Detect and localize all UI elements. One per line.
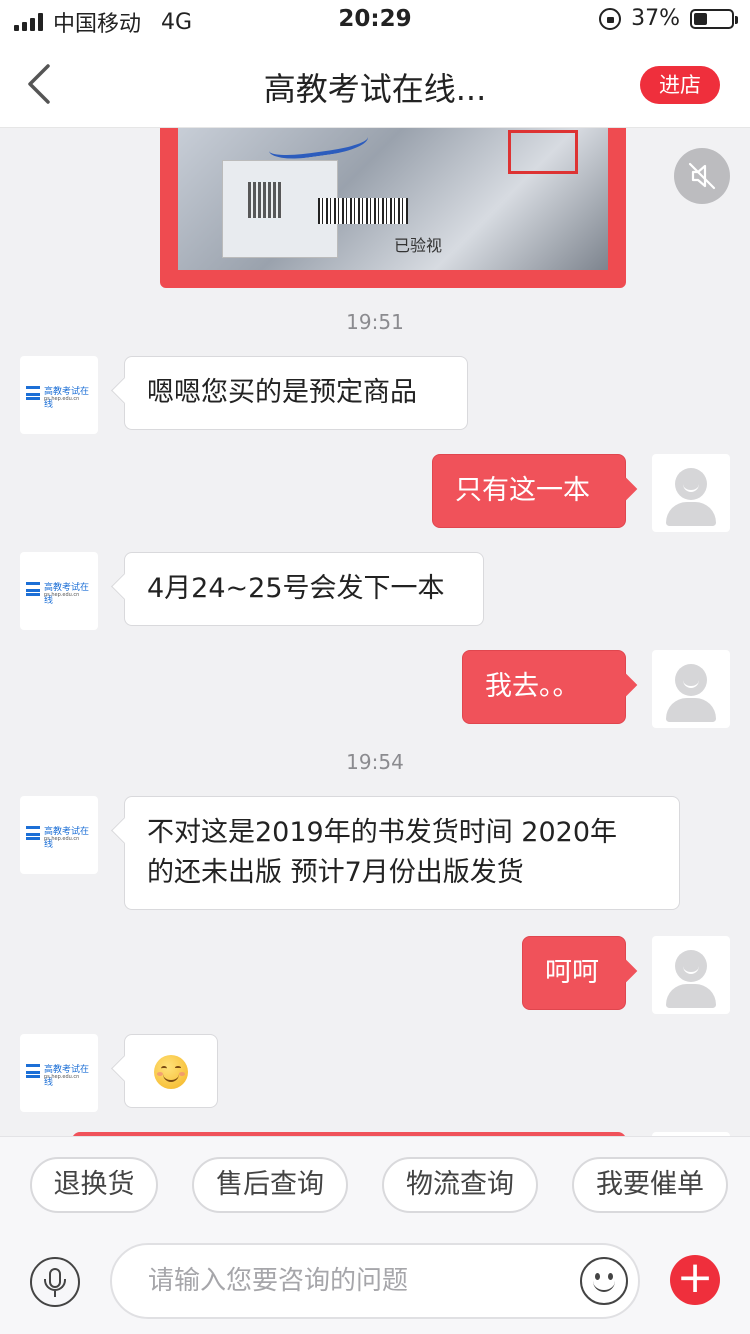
message-line: 的还未出版 预计7月份出版发货 — [147, 857, 524, 888]
mute-button[interactable] — [674, 148, 730, 204]
shop-avatar[interactable]: 高教考试在线 ps.hep.edu.cn — [20, 1034, 98, 1112]
user-placeholder-icon — [666, 468, 716, 526]
quick-after-sales-button[interactable]: 售后查询 — [192, 1157, 348, 1213]
image-message[interactable]: 已验视 — [160, 128, 626, 288]
quick-logistics-button[interactable]: 物流查询 — [382, 1157, 538, 1213]
message-bubble-received[interactable]: 不对这是2019年的书发货时间 2020年 的还未出版 预计7月份出版发货 — [124, 796, 680, 910]
message-bubble-sent[interactable]: 我去。。 — [462, 650, 626, 724]
message-bubble-received[interactable]: 嗯嗯您买的是预定商品 — [124, 356, 468, 430]
shop-logo: 高教考试在线 ps.hep.edu.cn — [26, 824, 94, 850]
shop-avatar[interactable]: 高教考试在线 ps.hep.edu.cn — [20, 552, 98, 630]
microphone-icon[interactable] — [30, 1257, 80, 1307]
shop-logo: 高教考试在线 ps.hep.edu.cn — [26, 1062, 94, 1088]
quick-return-exchange-button[interactable]: 退换货 — [30, 1157, 158, 1213]
package-photo: 已验视 — [178, 128, 608, 270]
message-bubble-sent[interactable]: 呵呵 — [522, 936, 626, 1010]
photo-stamp-text: 已验视 — [394, 236, 443, 255]
message-bubble-received[interactable]: 4月24~25号会发下一本 — [124, 552, 484, 626]
bottom-panel: 退换货 售后查询 物流查询 我要催单 + — [0, 1136, 750, 1334]
battery-percent: 37% — [631, 6, 680, 31]
shop-avatar[interactable]: 高教考试在线 ps.hep.edu.cn — [20, 356, 98, 434]
user-avatar[interactable] — [652, 650, 730, 728]
status-bar: 中国移动 4G 20:29 37% — [0, 0, 750, 40]
page-title: 高教考试在线... — [263, 70, 487, 108]
time-stamp: 19:51 — [346, 310, 404, 334]
shop-logo: 高教考试在线 ps.hep.edu.cn — [26, 580, 94, 606]
message-line: 不对这是2019年的书发货时间 2020年 — [147, 817, 618, 848]
chat-area[interactable]: 已验视 19:51 高教考试在线 ps.hep.edu.cn 嗯嗯您买的是预定商… — [0, 128, 750, 1136]
message-bubble-sent[interactable]: 只有这一本 — [432, 454, 626, 528]
shop-logo: 高教考试在线 ps.hep.edu.cn — [26, 384, 94, 410]
plus-icon[interactable]: + — [670, 1255, 720, 1305]
shop-avatar[interactable]: 高教考试在线 ps.hep.edu.cn — [20, 796, 98, 874]
user-avatar[interactable] — [652, 936, 730, 1014]
nav-bar: 高教考试在线... 进店 — [0, 40, 750, 128]
message-bubble-received[interactable] — [124, 1034, 218, 1108]
emoji-icon[interactable] — [580, 1257, 628, 1305]
rotation-lock-icon — [599, 7, 622, 30]
enter-store-button[interactable]: 进店 — [640, 66, 720, 104]
input-row: + — [0, 1241, 750, 1321]
user-placeholder-icon — [666, 664, 716, 722]
user-placeholder-icon — [666, 950, 716, 1008]
user-avatar[interactable] — [652, 454, 730, 532]
smile-emoji-icon — [154, 1054, 188, 1089]
time-stamp: 19:54 — [346, 750, 404, 774]
battery-icon — [690, 8, 738, 29]
message-input[interactable] — [110, 1243, 640, 1319]
quick-urge-order-button[interactable]: 我要催单 — [572, 1157, 728, 1213]
mute-speaker-icon — [688, 162, 716, 190]
